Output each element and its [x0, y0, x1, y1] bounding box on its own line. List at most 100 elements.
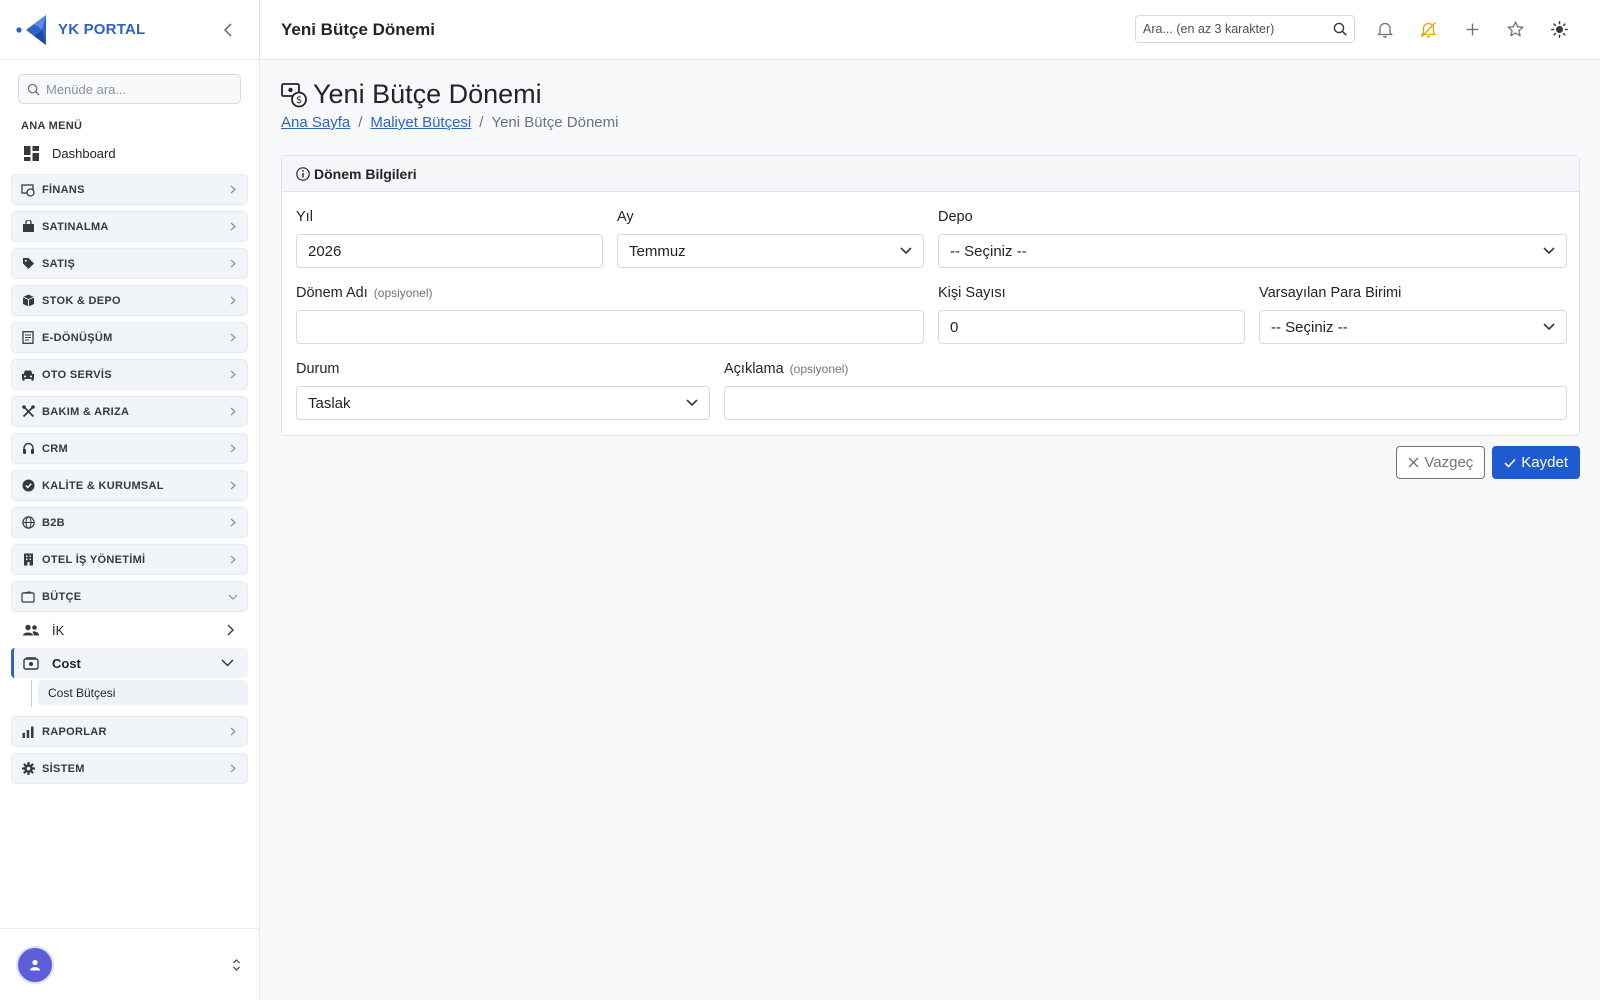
sidebar-group-b2b[interactable]: B2B: [11, 507, 248, 538]
theme-toggle-button[interactable]: [1549, 19, 1569, 39]
status-select-value: Taslak: [308, 394, 351, 412]
main-content: $ Yeni Bütçe Dönemi Ana Sayfa / Maliyet …: [281, 60, 1580, 479]
check-icon: [1504, 458, 1516, 468]
global-search-input[interactable]: [1143, 22, 1328, 36]
global-search[interactable]: [1135, 15, 1355, 43]
sidebar-item-dashboard[interactable]: Dashboard: [11, 138, 248, 168]
group-label: CRM: [42, 442, 68, 455]
badge-icon: [21, 479, 35, 493]
headcount-label: Kişi Sayısı: [938, 285, 1006, 301]
month-select[interactable]: Temmuz: [617, 234, 924, 268]
chevron-down-icon: [221, 659, 234, 667]
sidebar-menu: Dashboard FİNANS SATINALMA SATIŞ STOK & …: [0, 138, 259, 784]
save-button[interactable]: Kaydet: [1492, 446, 1580, 479]
group-label: BAKIM & ARIZA: [42, 405, 130, 418]
warehouse-select-value: -- Seçiniz --: [950, 242, 1027, 260]
sidebar-item-cost-butcesi[interactable]: Cost Bütçesi: [38, 680, 248, 705]
headcount-field[interactable]: [938, 310, 1245, 344]
user-icon: [30, 959, 40, 970]
card-body: Yıl Ay Temmuz Depo -- Seçiniz -- Dönem A…: [282, 192, 1579, 435]
chevron-right-icon: [228, 727, 238, 737]
year-field[interactable]: [296, 234, 603, 268]
sidebar-item-cost[interactable]: Cost: [11, 648, 248, 678]
sidebar-item-ik[interactable]: İK: [11, 615, 248, 645]
cash-icon: [23, 655, 39, 671]
sidebar-group-sistem[interactable]: SİSTEM: [11, 753, 248, 784]
currency-label: Varsayılan Para Birimi: [1259, 285, 1402, 301]
search-icon[interactable]: [1333, 22, 1347, 36]
chevron-right-icon: [228, 370, 238, 380]
sidebar-group-finans[interactable]: FİNANS: [11, 174, 248, 205]
sidebar-group-bakim-ariza[interactable]: BAKIM & ARIZA: [11, 396, 248, 427]
chevron-right-icon: [228, 222, 238, 232]
avatar[interactable]: [18, 947, 52, 982]
breadcrumb-separator: /: [479, 114, 484, 131]
month-select-value: Temmuz: [629, 242, 686, 260]
sidebar-item-label: İK: [52, 622, 65, 638]
group-label: SATINALMA: [42, 220, 109, 233]
group-label: RAPORLAR: [42, 725, 107, 738]
group-label: B2B: [42, 516, 65, 529]
menu-search[interactable]: [18, 74, 241, 104]
breadcrumb: Ana Sayfa / Maliyet Bütçesi / Yeni Bütçe…: [281, 114, 1580, 131]
description-label: Açıklama (opsiyonel): [724, 361, 848, 377]
box-icon: [21, 294, 35, 308]
search-icon: [27, 83, 40, 96]
breadcrumb-home-link[interactable]: Ana Sayfa: [281, 114, 350, 131]
alerts-muted-button[interactable]: [1418, 19, 1438, 39]
sidebar-group-raporlar[interactable]: RAPORLAR: [11, 716, 248, 747]
close-icon: [1408, 457, 1419, 468]
group-label: SATIŞ: [42, 257, 76, 270]
chevron-down-icon: [228, 592, 238, 602]
user-menu-toggle[interactable]: [232, 958, 241, 971]
description-field[interactable]: [724, 386, 1567, 420]
year-input[interactable]: [308, 242, 591, 260]
sidebar-group-satinalma[interactable]: SATINALMA: [11, 211, 248, 242]
add-button[interactable]: [1462, 19, 1482, 39]
headset-icon: [21, 442, 35, 456]
collapse-sidebar-button[interactable]: [219, 21, 237, 39]
finance-icon: [21, 183, 35, 197]
bar-chart-icon: [21, 725, 35, 739]
currency-select[interactable]: -- Seçiniz --: [1259, 310, 1567, 344]
sidebar-group-e-donusum[interactable]: E-DÖNÜŞÜM: [11, 322, 248, 353]
cancel-button-label: Vazgeç: [1424, 454, 1474, 471]
breadcrumb-maliyet-link[interactable]: Maliyet Bütçesi: [370, 114, 471, 131]
sidebar-group-stok-depo[interactable]: STOK & DEPO: [11, 285, 248, 316]
period-name-field[interactable]: [296, 310, 924, 344]
menu-search-input[interactable]: [46, 81, 226, 97]
warehouse-select[interactable]: -- Seçiniz --: [938, 234, 1567, 268]
topbar: Yeni Bütçe Dönemi: [260, 0, 1600, 60]
chevron-right-icon: [228, 185, 238, 195]
sidebar-group-kalite-kurumsal[interactable]: KALİTE & KURUMSAL: [11, 470, 248, 501]
sidebar-group-butce[interactable]: BÜTÇE: [11, 581, 248, 612]
plus-icon: [1466, 23, 1478, 35]
sidebar-group-satis[interactable]: SATIŞ: [11, 248, 248, 279]
notifications-button[interactable]: [1375, 19, 1395, 39]
chevron-right-icon: [228, 764, 238, 774]
headcount-input[interactable]: [950, 318, 1233, 336]
sidebar-group-oto-servis[interactable]: OTO SERVİS: [11, 359, 248, 390]
sidebar: YK PORTAL ANA MENÜ Dashboard FİNANS SATI…: [0, 0, 260, 1000]
sun-icon: [1550, 20, 1568, 38]
sidebar-group-otel[interactable]: OTEL İŞ YÖNETİMİ: [11, 544, 248, 575]
description-input[interactable]: [736, 394, 1555, 412]
favorites-button[interactable]: [1505, 19, 1525, 39]
group-label: STOK & DEPO: [42, 294, 121, 307]
warehouse-label: Depo: [938, 209, 973, 225]
cancel-button[interactable]: Vazgeç: [1396, 446, 1486, 479]
building-icon: [21, 553, 35, 567]
breadcrumb-separator: /: [358, 114, 363, 131]
page-heading: $ Yeni Bütçe Dönemi: [281, 79, 1580, 110]
group-label: SİSTEM: [42, 762, 85, 775]
period-name-label: Dönem Adı (opsiyonel): [296, 285, 432, 301]
status-select[interactable]: Taslak: [296, 386, 710, 420]
chevron-down-icon: [686, 399, 698, 407]
sidebar-group-crm[interactable]: CRM: [11, 433, 248, 464]
group-label: E-DÖNÜŞÜM: [42, 331, 113, 344]
period-name-input[interactable]: [308, 318, 912, 336]
brand: YK PORTAL: [0, 0, 259, 60]
chevron-right-icon: [228, 444, 238, 454]
chevron-right-icon: [228, 555, 238, 565]
period-name-label-text: Dönem Adı: [296, 285, 368, 301]
